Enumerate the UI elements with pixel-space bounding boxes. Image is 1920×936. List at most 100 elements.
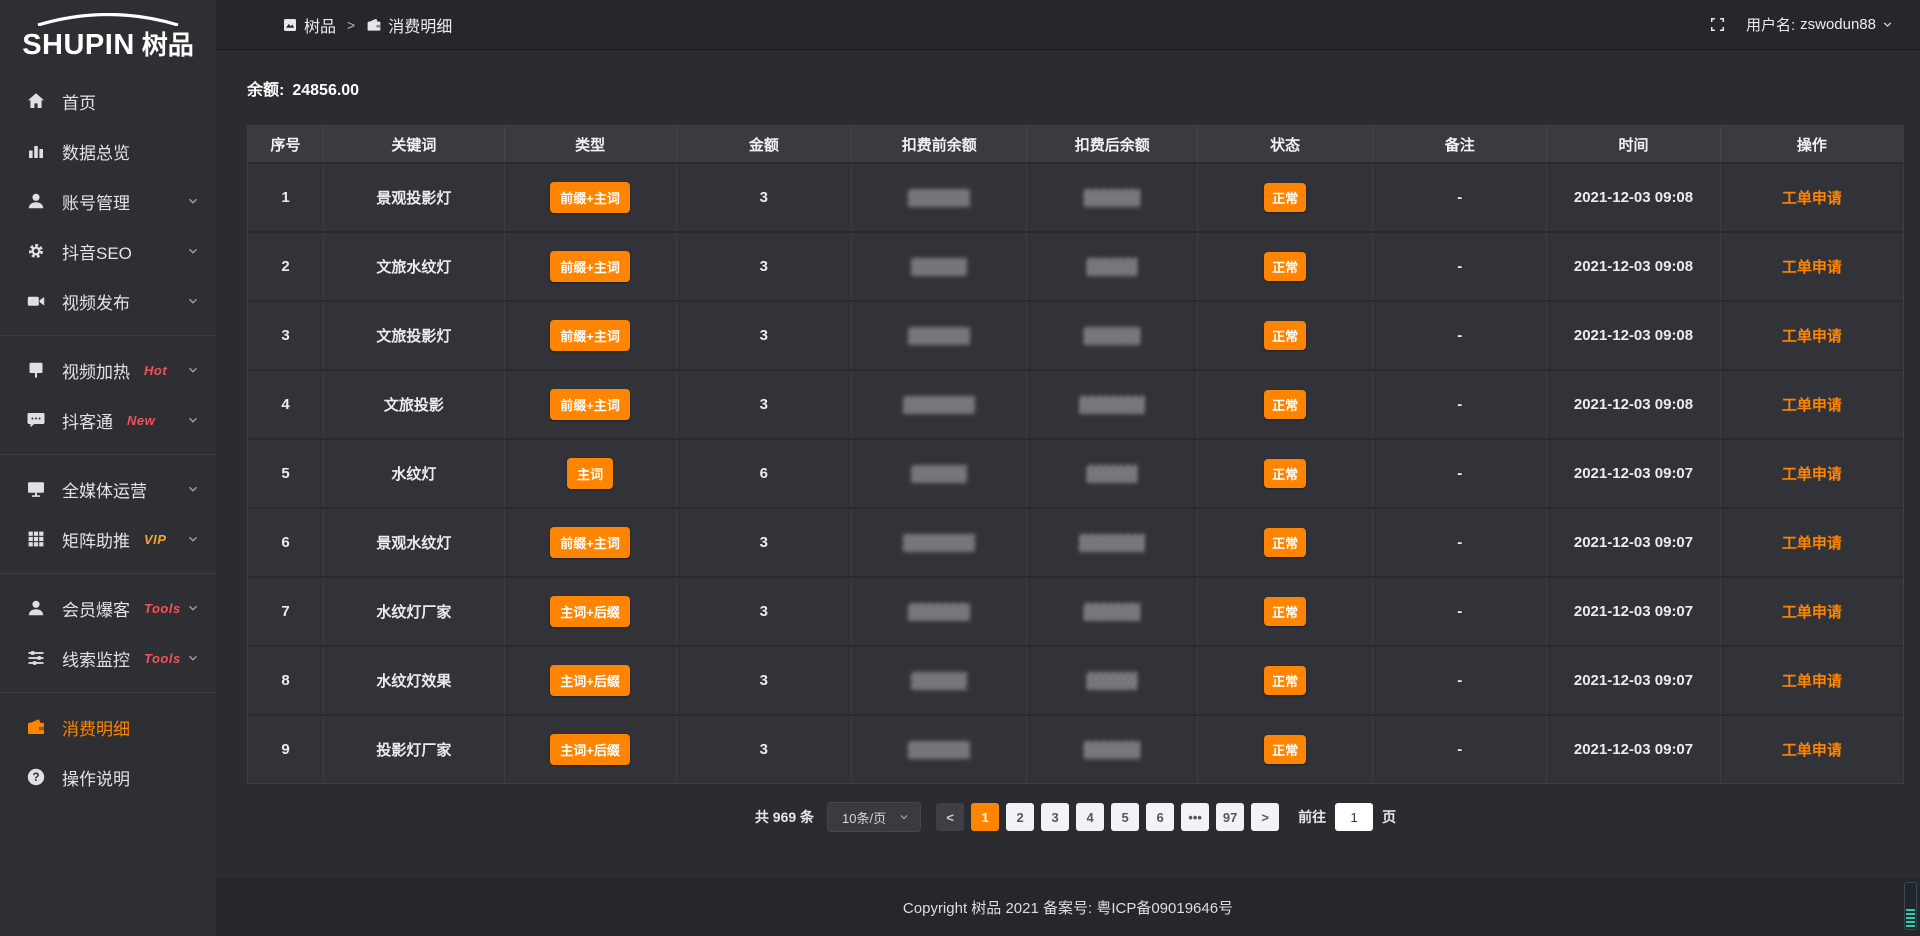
breadcrumb-label: 树品 <box>304 13 336 37</box>
work-order-link[interactable]: 工单申请 <box>1782 256 1842 277</box>
masked-balance-after <box>1086 258 1138 276</box>
page-button-97[interactable]: 97 <box>1216 803 1244 831</box>
keyword-type-badge: 前缀+主词 <box>550 251 630 282</box>
work-order-link[interactable]: 工单申请 <box>1782 601 1842 622</box>
table-cell: 主词+后缀 <box>505 716 677 783</box>
table-cell: 2021-12-03 09:07 <box>1547 647 1721 714</box>
sidebar-item-help[interactable]: ?操作说明 <box>0 752 216 802</box>
table-cell: 2021-12-03 09:07 <box>1547 716 1721 783</box>
sidebar-item-video-publish[interactable]: 视频发布 <box>0 276 216 326</box>
page-button-2[interactable]: 2 <box>1006 803 1034 831</box>
table-cell: 工单申请 <box>1721 371 1903 438</box>
table-row: 4文旅投影前缀+主词3正常-2021-12-03 09:08工单申请 <box>248 369 1903 438</box>
amount-cell: 3 <box>760 603 768 620</box>
sidebar-item-account-manage[interactable]: 账号管理 <box>0 176 216 226</box>
table-cell: 4 <box>248 371 324 438</box>
table-row: 9投影灯厂家主词+后缀3正常-2021-12-03 09:07工单申请 <box>248 714 1903 783</box>
sidebar-item-douketong[interactable]: 抖客通New <box>0 395 216 445</box>
table-cell: 正常 <box>1198 371 1373 438</box>
page-button-1[interactable]: 1 <box>971 803 999 831</box>
chart-icon <box>26 141 46 161</box>
work-order-link[interactable]: 工单申请 <box>1782 670 1842 691</box>
page-size-select[interactable]: 10条/页 <box>827 802 921 832</box>
table-cell: 工单申请 <box>1721 440 1903 507</box>
keyword-cell: 水纹灯厂家 <box>376 601 451 622</box>
sidebar-item-matrix-boost[interactable]: 矩阵助推VIP <box>0 514 216 564</box>
amount-cell: 3 <box>760 534 768 551</box>
table-cell: 文旅投影灯 <box>324 302 504 369</box>
content-area: 余额:24856.00 序号关键词类型金额扣费前余额扣费后余额状态备注时间操作1… <box>216 50 1920 878</box>
breadcrumb-item-0[interactable]: 树品 <box>282 13 336 37</box>
row-index: 5 <box>281 465 289 482</box>
wallet-icon <box>26 717 46 737</box>
username-label: 用户名: <box>1746 14 1795 35</box>
column-header: 扣费后余额 <box>1027 126 1197 162</box>
table-cell <box>1027 647 1197 714</box>
sidebar-item-data-overview[interactable]: 数据总览 <box>0 126 216 176</box>
table-cell <box>1027 233 1197 300</box>
next-page-button[interactable]: > <box>1251 803 1279 831</box>
breadcrumb-item-1[interactable]: 消费明细 <box>366 13 452 37</box>
page-ellipsis[interactable]: ••• <box>1181 803 1209 831</box>
table-cell: - <box>1373 647 1547 714</box>
table-cell: 工单申请 <box>1721 578 1903 645</box>
sidebar-item-label: 抖客通 <box>62 408 113 433</box>
table-cell: 3 <box>248 302 324 369</box>
sidebar-item-label: 操作说明 <box>62 765 130 790</box>
gear-icon <box>26 241 46 261</box>
page-button-3[interactable]: 3 <box>1041 803 1069 831</box>
amount-cell: 3 <box>760 258 768 275</box>
work-order-link[interactable]: 工单申请 <box>1782 532 1842 553</box>
table-cell <box>852 302 1027 369</box>
sidebar-item-badge: Tools <box>144 651 181 666</box>
keyword-cell: 水纹灯效果 <box>376 670 451 691</box>
goto-page-input[interactable] <box>1335 803 1373 831</box>
status-badge: 正常 <box>1264 666 1306 695</box>
table-cell <box>1027 302 1197 369</box>
user-menu[interactable]: 用户名: zswodun88 <box>1746 14 1894 35</box>
keyword-type-badge: 主词+后缀 <box>550 665 630 696</box>
masked-balance-after <box>1079 534 1145 552</box>
work-order-link[interactable]: 工单申请 <box>1782 325 1842 346</box>
goto-page: 前往页 <box>1298 803 1396 831</box>
sidebar-item-douyin-seo[interactable]: 抖音SEO <box>0 226 216 276</box>
page-button-4[interactable]: 4 <box>1076 803 1104 831</box>
time-cell: 2021-12-03 09:08 <box>1574 189 1693 206</box>
amount-cell: 3 <box>760 189 768 206</box>
table-cell: 工单申请 <box>1721 302 1903 369</box>
work-order-link[interactable]: 工单申请 <box>1782 739 1842 760</box>
table-cell: 正常 <box>1198 509 1373 576</box>
masked-balance-after <box>1084 603 1141 621</box>
breadcrumb: 树品>消费明细 <box>282 13 452 37</box>
brand-logo[interactable]: SHUPIN 树品 <box>0 0 216 66</box>
sidebar-item-consume-detail[interactable]: 消费明细 <box>0 702 216 752</box>
sidebar-item-clue-monitor[interactable]: 线索监控Tools <box>0 633 216 683</box>
table-cell: 3 <box>677 371 852 438</box>
table-cell <box>852 164 1027 231</box>
work-order-link[interactable]: 工单申请 <box>1782 463 1842 484</box>
table-cell <box>1027 578 1197 645</box>
table-cell <box>1027 509 1197 576</box>
sidebar-item-home[interactable]: 首页 <box>0 76 216 126</box>
chevron-down-icon <box>186 244 200 258</box>
page-button-6[interactable]: 6 <box>1146 803 1174 831</box>
sidebar-item-media-operation[interactable]: 全媒体运营 <box>0 464 216 514</box>
prev-page-button[interactable]: < <box>936 803 964 831</box>
table-cell: 3 <box>677 302 852 369</box>
row-index: 4 <box>281 396 289 413</box>
sidebar-divider <box>0 573 216 574</box>
work-order-link[interactable]: 工单申请 <box>1782 187 1842 208</box>
sidebar-item-member-burst[interactable]: 会员爆客Tools <box>0 583 216 633</box>
remark-cell: - <box>1457 465 1462 482</box>
floating-widget[interactable] <box>1904 882 1917 930</box>
work-order-link[interactable]: 工单申请 <box>1782 394 1842 415</box>
masked-balance-after <box>1084 741 1141 759</box>
table-cell: 正常 <box>1198 233 1373 300</box>
masked-balance-before <box>903 534 975 552</box>
fullscreen-icon[interactable] <box>1709 16 1726 33</box>
page-button-5[interactable]: 5 <box>1111 803 1139 831</box>
sidebar-item-video-heat[interactable]: 视频加热Hot <box>0 345 216 395</box>
table-row: 6景观水纹灯前缀+主词3正常-2021-12-03 09:07工单申请 <box>248 507 1903 576</box>
sidebar-item-badge: VIP <box>144 532 166 547</box>
table-row: 7水纹灯厂家主词+后缀3正常-2021-12-03 09:07工单申请 <box>248 576 1903 645</box>
